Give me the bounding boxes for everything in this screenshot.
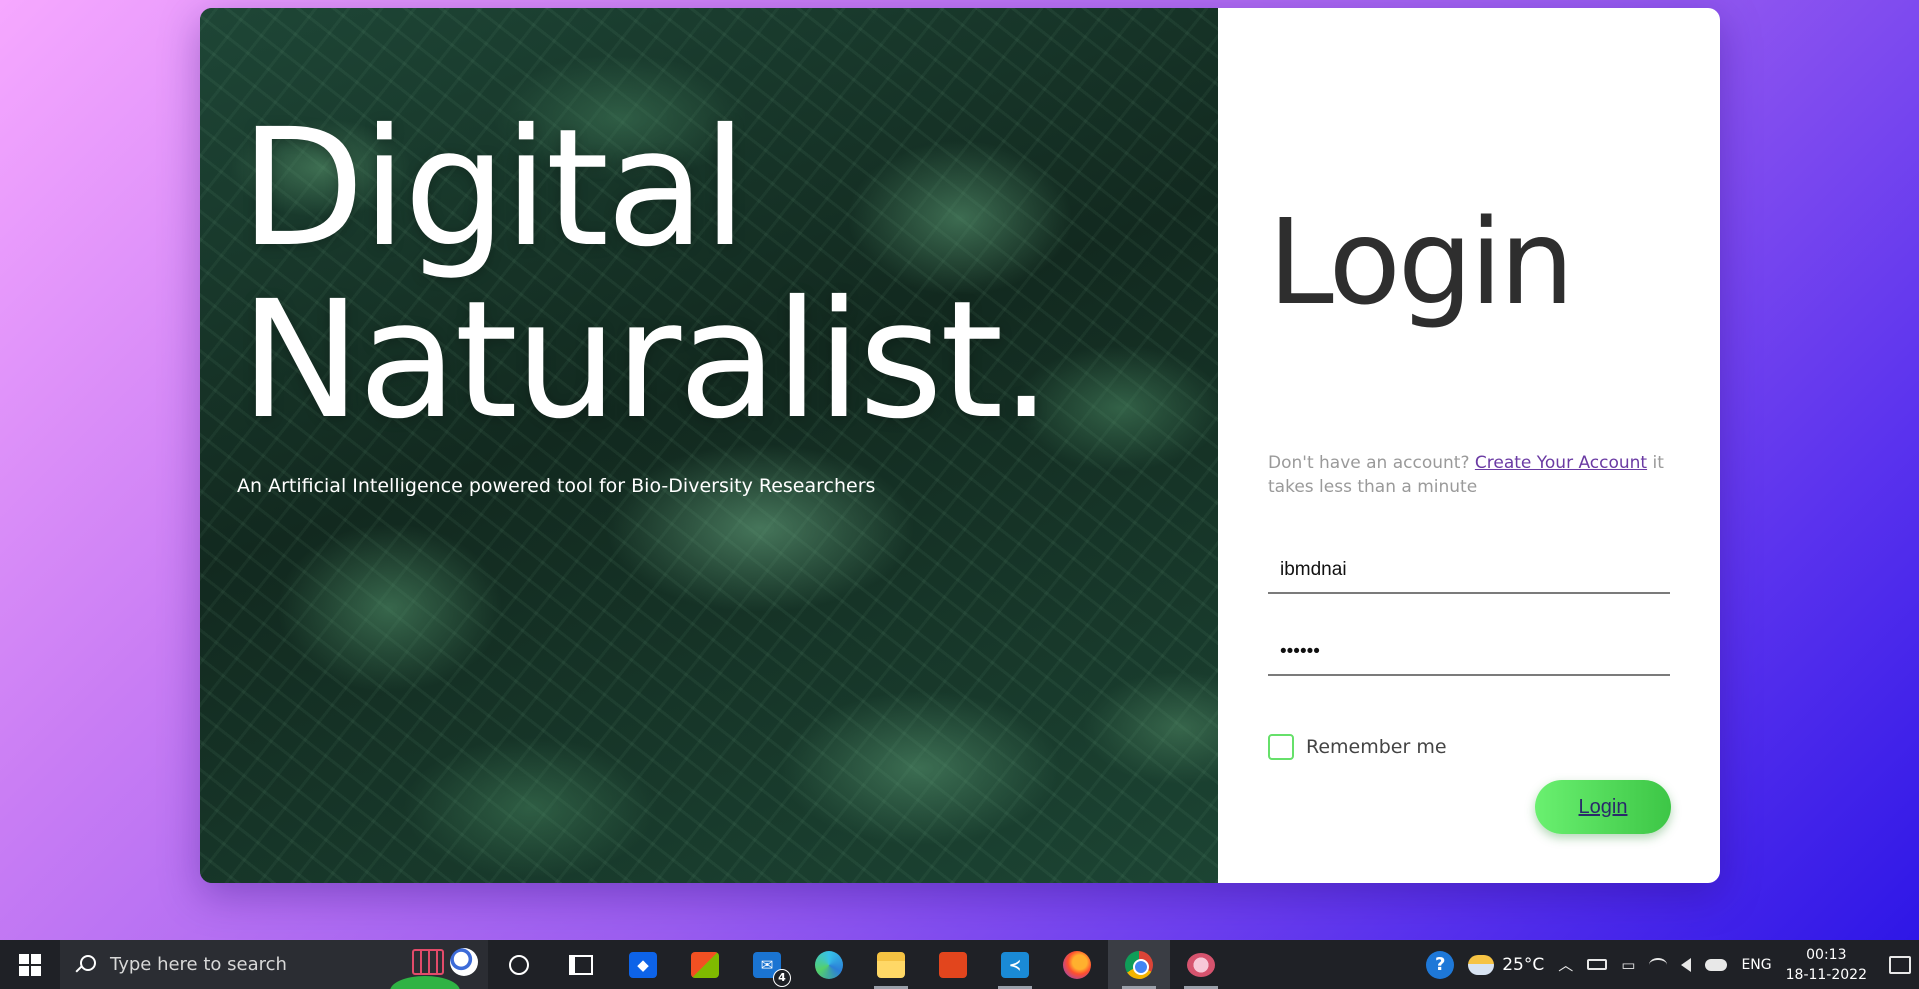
hero-panel: Digital Naturalist. An Artificial Intell… — [200, 8, 1218, 883]
edge-button[interactable] — [798, 940, 860, 989]
windows-icon — [19, 953, 41, 976]
microsoft-store-button[interactable] — [674, 940, 736, 989]
vscode-button[interactable]: ≺ — [984, 940, 1046, 989]
search-highlight[interactable] — [412, 948, 478, 976]
system-tray: ? 25°C ︿ ▭ ENG 00:13 18-11-2022 — [1426, 940, 1919, 989]
chrome-icon — [1125, 950, 1153, 979]
firefox-button[interactable] — [1046, 940, 1108, 989]
chrome-button[interactable] — [1108, 940, 1170, 989]
taskbar-search[interactable]: Type here to search — [60, 940, 488, 989]
dropbox-button[interactable]: ◆ — [612, 940, 674, 989]
weather-icon — [1468, 954, 1495, 975]
temperature: 25°C — [1502, 954, 1545, 975]
meet-now-icon[interactable]: ▭ — [1621, 956, 1635, 974]
mail-button[interactable]: ✉ 4 — [736, 940, 798, 989]
login-panel: Login Don't have an account? Create Your… — [1218, 8, 1720, 883]
file-explorer-icon — [877, 951, 905, 978]
mail-icon: ✉ 4 — [753, 951, 791, 987]
task-view-button[interactable] — [550, 940, 612, 989]
remember-me[interactable]: Remember me — [1268, 734, 1447, 760]
chevron-up-icon[interactable]: ︿ — [1558, 954, 1573, 975]
microsoft-store-icon — [691, 951, 719, 978]
task-view-icon — [569, 954, 593, 975]
snipping-tool-button[interactable] — [1170, 940, 1232, 989]
notification-icon[interactable] — [1889, 955, 1911, 974]
volume-icon[interactable] — [1681, 957, 1692, 972]
office-button[interactable] — [922, 940, 984, 989]
clock-time: 00:13 — [1806, 946, 1847, 963]
clock-date: 18-11-2022 — [1785, 966, 1867, 983]
vscode-icon: ≺ — [1001, 951, 1029, 978]
weather-widget[interactable]: 25°C — [1468, 954, 1545, 975]
taskbar-apps: ◆ ✉ 4 ≺ — [488, 940, 1232, 989]
battery-icon[interactable] — [1587, 959, 1608, 970]
mail-badge: 4 — [773, 968, 791, 987]
search-icon — [74, 954, 96, 976]
snipping-tool-icon — [1187, 952, 1215, 977]
hurdle-icon — [412, 949, 444, 975]
hero-subtitle: An Artificial Intelligence powered tool … — [237, 475, 876, 497]
language-indicator[interactable]: ENG — [1741, 957, 1771, 973]
remember-me-label: Remember me — [1306, 736, 1447, 758]
username-input[interactable] — [1268, 548, 1670, 594]
cortana-icon — [509, 954, 529, 975]
help-icon[interactable]: ? — [1426, 950, 1455, 979]
search-placeholder: Type here to search — [110, 954, 287, 975]
onedrive-icon[interactable] — [1705, 958, 1728, 971]
create-account-link[interactable]: Create Your Account — [1475, 453, 1647, 473]
dropbox-icon: ◆ — [629, 951, 657, 978]
clock[interactable]: 00:13 18-11-2022 — [1786, 945, 1867, 985]
file-explorer-button[interactable] — [860, 940, 922, 989]
hero-title: Digital Naturalist. — [240, 103, 1200, 447]
edge-icon — [815, 950, 843, 979]
login-button[interactable]: Login — [1535, 780, 1671, 834]
start-button[interactable] — [0, 940, 60, 989]
hero-title-line2: Naturalist. — [240, 267, 1052, 455]
office-icon — [939, 951, 967, 978]
login-heading: Login — [1268, 193, 1574, 331]
cortana-button[interactable] — [488, 940, 550, 989]
remember-me-checkbox[interactable] — [1268, 734, 1294, 760]
wifi-icon[interactable] — [1649, 957, 1668, 972]
login-card: Digital Naturalist. An Artificial Intell… — [200, 8, 1720, 883]
soccer-ball-icon — [450, 948, 478, 976]
hero-title-line1: Digital — [240, 95, 747, 283]
signup-prompt: Don't have an account? Create Your Accou… — [1268, 451, 1668, 499]
green-decoration-icon — [390, 976, 460, 989]
taskbar: Type here to search ◆ ✉ 4 ≺ ? 25°C ︿ ▭ E… — [0, 940, 1919, 989]
password-input[interactable] — [1268, 630, 1670, 676]
firefox-icon — [1063, 950, 1091, 979]
signup-prefix: Don't have an account? — [1268, 453, 1470, 473]
